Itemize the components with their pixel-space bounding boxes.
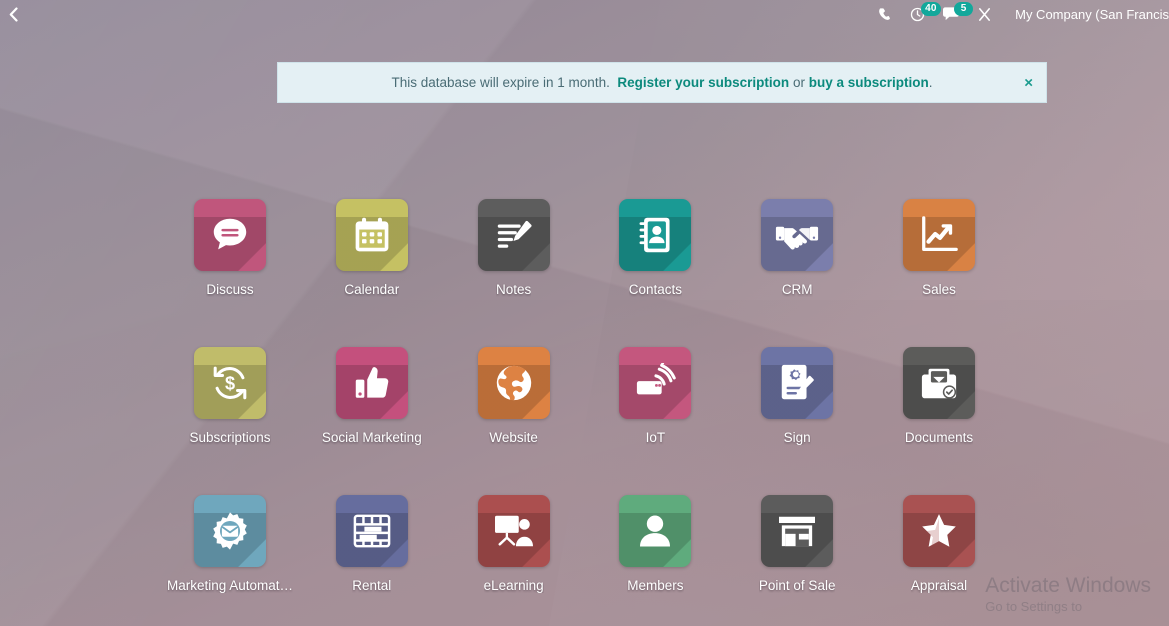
app-label: Sign [783, 430, 811, 445]
banner-conjunction: or [792, 75, 805, 90]
top-bar: 40 5 My Company (San Francis [0, 0, 1169, 28]
app-label: eLearning [483, 578, 544, 593]
app-label: Marketing Automat… [166, 578, 294, 593]
app-label: Point of Sale [758, 578, 836, 593]
app-tile-documents[interactable]: Documents [868, 347, 1010, 445]
app-label: CRM [781, 282, 813, 297]
discuss-icon[interactable] [194, 199, 266, 271]
banner-period: . [928, 75, 933, 90]
app-tile-appraisal[interactable]: Appraisal [868, 495, 1010, 593]
app-tile-iot[interactable]: IoT [585, 347, 727, 445]
subscriptions-icon[interactable]: $ [194, 347, 266, 419]
app-tile-crm[interactable]: CRM [726, 199, 868, 297]
sign-icon[interactable] [761, 347, 834, 419]
app-label: Documents [904, 430, 974, 445]
apps-cross-icon[interactable] [968, 0, 1001, 28]
database-expiry-banner: This database will expire in 1 month. Re… [277, 62, 1047, 103]
apps-grid: Discuss Calendar Notes Contacts CRM Sales $ Sub… [0, 199, 1169, 626]
banner-message: This database will expire in 1 month. Re… [391, 75, 932, 90]
app-label: Sales [922, 282, 956, 297]
crm-handshake-icon[interactable] [761, 199, 834, 271]
app-label: Notes [495, 282, 532, 297]
banner-text-before: This database will expire in 1 month. [391, 75, 610, 90]
app-tile-contacts[interactable]: Contacts [585, 199, 727, 297]
marketing-automation-icon[interactable] [194, 495, 266, 567]
svg-text:$: $ [225, 374, 235, 394]
app-label: Subscriptions [189, 430, 271, 445]
contacts-icon[interactable] [619, 199, 692, 271]
app-label: Calendar [344, 282, 400, 297]
company-name[interactable]: My Company (San Francis [1001, 7, 1169, 22]
app-tile-website[interactable]: Website [443, 347, 585, 445]
app-label: Appraisal [910, 578, 968, 593]
point-of-sale-icon[interactable] [761, 495, 834, 567]
banner-close-icon[interactable]: × [1024, 75, 1033, 90]
notes-icon[interactable] [477, 199, 550, 271]
app-label: Contacts [628, 282, 683, 297]
register-subscription-link[interactable]: Register your subscription [617, 75, 789, 90]
app-tile-discuss[interactable]: Discuss [159, 199, 301, 297]
app-tile-notes[interactable]: Notes [443, 199, 585, 297]
app-tile-social-marketing[interactable]: Social Marketing [301, 347, 443, 445]
app-label: Rental [352, 578, 392, 593]
app-tile-point-of-sale[interactable]: Point of Sale [726, 495, 868, 593]
app-tile-sales[interactable]: Sales [868, 199, 1010, 297]
website-globe-icon[interactable] [477, 347, 550, 419]
elearning-icon[interactable] [477, 495, 550, 567]
app-label: Discuss [206, 282, 254, 297]
chat-messages-icon[interactable]: 5 [934, 0, 974, 28]
app-tile-elearning[interactable]: eLearning [443, 495, 585, 593]
appraisal-star-icon[interactable] [902, 495, 975, 567]
iot-icon[interactable] [619, 347, 692, 419]
members-icon[interactable] [619, 495, 692, 567]
social-marketing-icon[interactable] [335, 347, 408, 419]
rental-icon[interactable] [335, 495, 408, 567]
sales-chart-icon[interactable] [902, 199, 975, 271]
app-tile-marketing-automat[interactable]: Marketing Automat… [159, 495, 301, 593]
clock-activities-icon[interactable]: 40 [901, 0, 941, 28]
app-label: IoT [645, 430, 666, 445]
app-label: Members [627, 578, 684, 593]
app-tile-calendar[interactable]: Calendar [301, 199, 443, 297]
chevron-left-icon[interactable] [0, 0, 26, 28]
app-tile-members[interactable]: Members [585, 495, 727, 593]
phone-icon[interactable] [869, 0, 901, 28]
app-label: Social Marketing [321, 430, 422, 445]
buy-subscription-link[interactable]: buy a subscription [809, 75, 929, 90]
app-tile-subscriptions[interactable]: $ Subscriptions [159, 347, 301, 445]
app-label: Website [489, 430, 538, 445]
top-bar-right-group: 40 5 My Company (San Francis [869, 0, 1169, 28]
app-tile-rental[interactable]: Rental [301, 495, 443, 593]
app-tile-sign[interactable]: Sign [726, 347, 868, 445]
documents-icon[interactable] [902, 347, 975, 419]
calendar-icon[interactable] [335, 199, 408, 271]
